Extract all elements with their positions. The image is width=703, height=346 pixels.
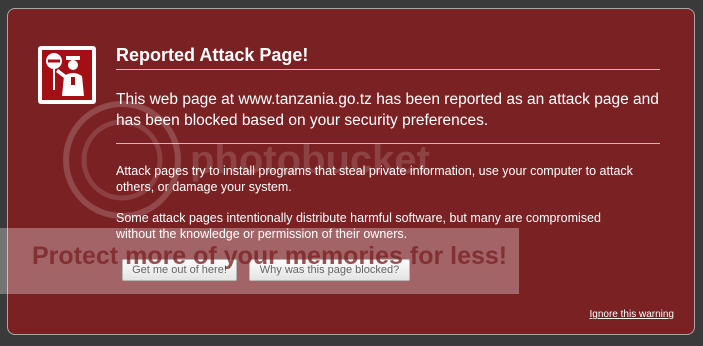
warning-paragraph-1: Attack pages try to install programs tha…	[116, 164, 633, 194]
warning-lead: This web page at www.tanzania.go.tz has …	[116, 91, 659, 129]
lead-divider	[116, 143, 660, 144]
police-officer-stop-icon	[38, 46, 96, 104]
warning-title: Reported Attack Page!	[116, 45, 309, 65]
title-divider	[116, 69, 660, 70]
ignore-warning-link[interactable]: Ignore this warning	[590, 309, 675, 320]
watermark-band	[0, 228, 519, 294]
